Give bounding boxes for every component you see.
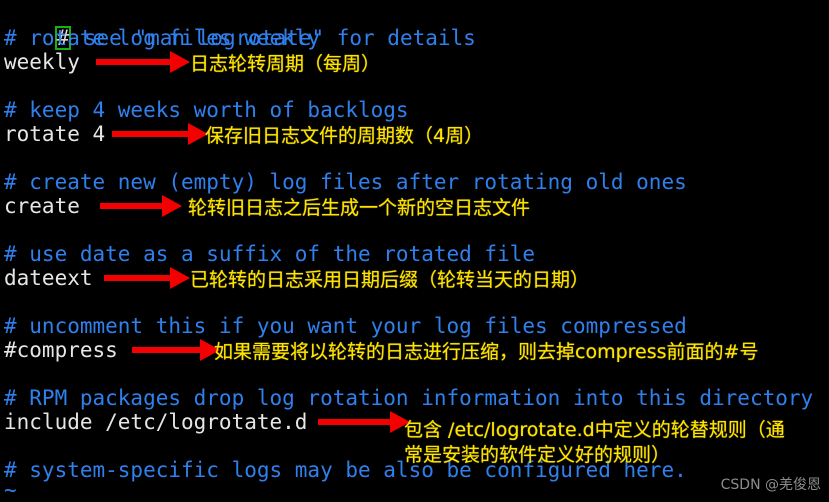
annotation-text-dateext: 已轮转的日志采用日期后缀（轮转当天的日期） bbox=[190, 269, 590, 291]
terminal-line-11: # use date as a suffix of the rotated fi… bbox=[4, 242, 536, 266]
terminal-line-9: create bbox=[4, 194, 80, 218]
terminal-line-2: # rotate log files weekly bbox=[4, 26, 321, 50]
terminal-line-17: # RPM packages drop log rotation informa… bbox=[4, 386, 814, 410]
terminal-line-3: weekly bbox=[4, 50, 80, 74]
terminal-line-12: dateext bbox=[4, 266, 93, 290]
terminal-line-21: ~ bbox=[4, 478, 17, 502]
terminal-line-15: #compress bbox=[4, 338, 118, 362]
terminal-line-18: include /etc/logrotate.d bbox=[4, 410, 308, 434]
terminal-line-8: # create new (empty) log files after rot… bbox=[4, 170, 687, 194]
annotation-text-compress: 如果需要将以轮转的日志进行压缩，则去掉compress前面的#号 bbox=[214, 341, 759, 363]
annotation-text-rotate: 保存旧日志文件的周期数（4周） bbox=[205, 125, 484, 147]
terminal-line-6: rotate 4 bbox=[4, 122, 106, 146]
terminal-line-5: # keep 4 weeks worth of backlogs bbox=[4, 98, 409, 122]
terminal-line-14: # uncomment this if you want your log fi… bbox=[4, 314, 687, 338]
annotation-text-include: 包含 /etc/logrotate.d中定义的轮替规则（通 常是安装的软件定义好… bbox=[404, 419, 785, 466]
annotation-text-create: 轮转旧日志之后生成一个新的空日志文件 bbox=[188, 197, 531, 219]
terminal-screen: # see "man logrotate" for details # rota… bbox=[0, 0, 829, 502]
csdn-watermark: CSDN @羌俊恩 bbox=[720, 477, 821, 493]
annotation-text-weekly: 日志轮转周期（每周） bbox=[190, 53, 381, 75]
